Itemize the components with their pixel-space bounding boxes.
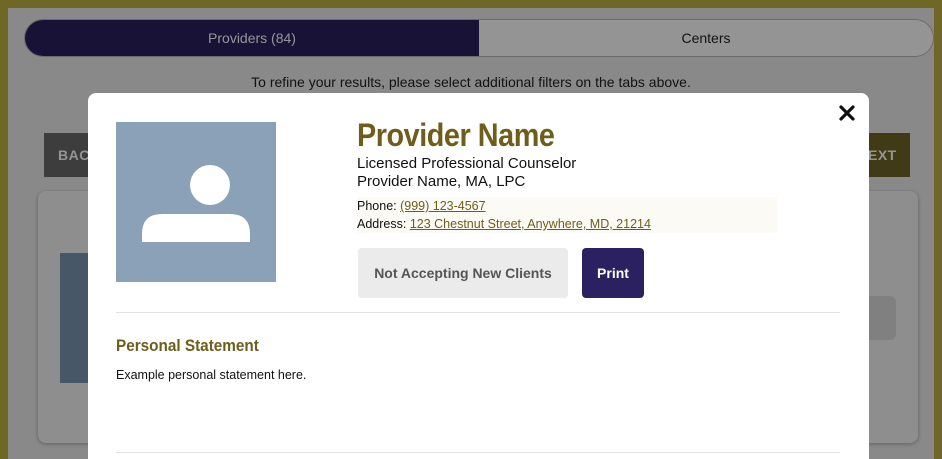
user-silhouette-icon	[142, 165, 250, 242]
provider-title: Licensed Professional Counselor	[357, 155, 577, 172]
close-icon[interactable]	[839, 103, 855, 125]
provider-detail-modal: Provider Name Licensed Professional Coun…	[88, 93, 869, 459]
phone-label: Phone:	[357, 199, 401, 213]
phone-link[interactable]: (999) 123-4567	[400, 199, 485, 213]
divider	[116, 312, 840, 313]
address-row: Address: 123 Chestnut Street, Anywhere, …	[357, 215, 777, 233]
provider-contact: Phone: (999) 123-4567 Address: 123 Chest…	[357, 197, 777, 233]
provider-name: Provider Name	[357, 117, 555, 153]
phone-row: Phone: (999) 123-4567	[357, 197, 777, 215]
personal-statement-heading: Personal Statement	[116, 336, 259, 355]
page: Providers (84) Centers To refine your re…	[8, 8, 934, 459]
personal-statement-text: Example personal statement here.	[116, 368, 307, 382]
accepting-status-button[interactable]: Not Accepting New Clients	[358, 248, 568, 298]
provider-avatar	[116, 122, 276, 282]
provider-credentials: Provider Name, MA, LPC	[357, 173, 526, 190]
address-link[interactable]: 123 Chestnut Street, Anywhere, MD, 21214	[410, 217, 651, 231]
divider	[116, 452, 840, 453]
modal-actions: Not Accepting New Clients Print	[358, 248, 644, 298]
provider-info: Provider Name Licensed Professional Coun…	[357, 117, 777, 233]
print-button[interactable]: Print	[582, 248, 644, 298]
address-label: Address:	[357, 217, 410, 231]
